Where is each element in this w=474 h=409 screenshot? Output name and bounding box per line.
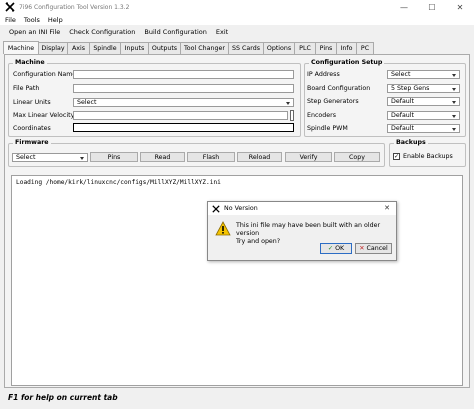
chevron-down-icon bbox=[452, 101, 456, 104]
tab-outputs[interactable]: Outputs bbox=[148, 42, 181, 54]
chevron-down-icon bbox=[452, 115, 456, 118]
backups-group-title: Backups bbox=[394, 139, 428, 146]
title-bar: 7i96 Configuration Tool Version 1.3.2 — … bbox=[0, 0, 474, 14]
config-name-label: Configuration Name bbox=[13, 71, 77, 78]
ip-address-select[interactable]: Select bbox=[387, 70, 460, 79]
dialog-close-button[interactable]: ✕ bbox=[384, 204, 390, 212]
copy-button[interactable]: Copy bbox=[334, 152, 380, 162]
tab-pc[interactable]: PC bbox=[356, 42, 374, 54]
dialog-title: No Version bbox=[224, 205, 258, 212]
tab-bar: Machine Display Axis Spindle Inputs Outp… bbox=[3, 41, 374, 54]
board-configuration-select[interactable]: 5 Step Gens bbox=[387, 84, 460, 93]
read-button[interactable]: Read bbox=[140, 152, 185, 162]
spindle-pwm-label: Spindle PWM bbox=[307, 125, 348, 132]
ok-button[interactable]: ✓ OK bbox=[320, 243, 352, 254]
reload-button[interactable]: Reload bbox=[237, 152, 282, 162]
machine-group-title: Machine bbox=[13, 59, 47, 66]
chevron-down-icon bbox=[286, 102, 290, 105]
linear-units-select[interactable]: Select bbox=[73, 98, 294, 107]
tab-plc[interactable]: PLC bbox=[294, 42, 316, 54]
menu-tools[interactable]: Tools bbox=[24, 16, 40, 24]
tab-axis[interactable]: Axis bbox=[67, 42, 90, 54]
chevron-down-icon bbox=[452, 74, 456, 77]
build-configuration-button[interactable]: Build Configuration bbox=[144, 28, 206, 36]
check-configuration-button[interactable]: Check Configuration bbox=[69, 28, 135, 36]
max-linear-velocity-input[interactable] bbox=[73, 111, 288, 120]
status-bar-text: F1 for help on current tab bbox=[8, 393, 118, 402]
tab-machine[interactable]: Machine bbox=[3, 41, 39, 54]
verify-button[interactable]: Verify bbox=[285, 152, 332, 162]
configuration-setup-title: Configuration Setup bbox=[309, 59, 385, 66]
window-title: 7i96 Configuration Tool Version 1.3.2 bbox=[19, 3, 130, 11]
firmware-group-title: Firmware bbox=[13, 139, 51, 146]
tab-inputs[interactable]: Inputs bbox=[120, 42, 149, 54]
file-path-label: File Path bbox=[13, 85, 40, 92]
tab-tool-changer[interactable]: Tool Changer bbox=[180, 42, 229, 54]
ok-icon: ✓ bbox=[327, 245, 334, 252]
firmware-select[interactable]: Select bbox=[12, 153, 88, 162]
tab-ss-cards[interactable]: SS Cards bbox=[228, 42, 264, 54]
file-path-input[interactable] bbox=[73, 84, 294, 93]
checkmark-icon: ✓ bbox=[393, 153, 400, 160]
tab-options[interactable]: Options bbox=[263, 42, 295, 54]
menu-bar: File Tools Help bbox=[0, 14, 474, 25]
coordinates-input[interactable] bbox=[73, 123, 294, 132]
tab-display[interactable]: Display bbox=[38, 42, 68, 54]
ip-address-label: IP Address bbox=[307, 71, 340, 78]
tab-spindle[interactable]: Spindle bbox=[89, 42, 121, 54]
chevron-down-icon bbox=[80, 157, 84, 160]
warning-icon bbox=[215, 221, 231, 236]
enable-backups-checkbox[interactable]: ✓ bbox=[393, 153, 400, 160]
step-generators-label: Step Generators bbox=[307, 98, 359, 105]
enable-backups-label: Enable Backups bbox=[403, 153, 453, 160]
tab-pins[interactable]: Pins bbox=[315, 42, 337, 54]
chevron-down-icon bbox=[452, 128, 456, 131]
output-text: Loading /home/kirk/linuxcnc/configs/Mill… bbox=[16, 179, 221, 186]
open-ini-button[interactable]: Open an INI File bbox=[9, 28, 60, 36]
close-button[interactable]: ✕ bbox=[446, 0, 474, 14]
dialog-title-bar: No Version ✕ bbox=[208, 202, 396, 215]
encoders-select[interactable]: Default bbox=[387, 111, 460, 120]
config-name-input[interactable] bbox=[73, 70, 294, 79]
maximize-button[interactable]: ☐ bbox=[418, 0, 446, 14]
step-generators-select[interactable]: Default bbox=[387, 97, 460, 106]
pins-button[interactable]: Pins bbox=[90, 152, 138, 162]
board-configuration-label: Board Configuration bbox=[307, 85, 371, 92]
max-linear-velocity-label: Max Linear Velocity bbox=[13, 112, 75, 119]
velocity-unit-indicator bbox=[290, 110, 294, 121]
coordinates-label: Coordinates bbox=[13, 125, 51, 132]
app-logo-icon bbox=[5, 2, 15, 12]
menu-help[interactable]: Help bbox=[48, 16, 63, 24]
flash-button[interactable]: Flash bbox=[187, 152, 235, 162]
linear-units-label: Linear Units bbox=[13, 99, 51, 106]
cancel-button[interactable]: ✕ Cancel bbox=[355, 243, 392, 254]
menu-file[interactable]: File bbox=[5, 16, 16, 24]
toolbar: Open an INI File Check Configuration Bui… bbox=[0, 25, 474, 38]
minimize-button[interactable]: — bbox=[390, 0, 418, 14]
exit-button[interactable]: Exit bbox=[216, 28, 228, 36]
app-logo-icon bbox=[212, 204, 220, 213]
spindle-pwm-select[interactable]: Default bbox=[387, 124, 460, 133]
tab-info[interactable]: Info bbox=[336, 42, 357, 54]
chevron-down-icon bbox=[452, 88, 456, 91]
cancel-icon: ✕ bbox=[359, 245, 365, 252]
no-version-dialog: No Version ✕ This ini file may have been… bbox=[207, 201, 397, 261]
encoders-label: Encoders bbox=[307, 112, 337, 119]
